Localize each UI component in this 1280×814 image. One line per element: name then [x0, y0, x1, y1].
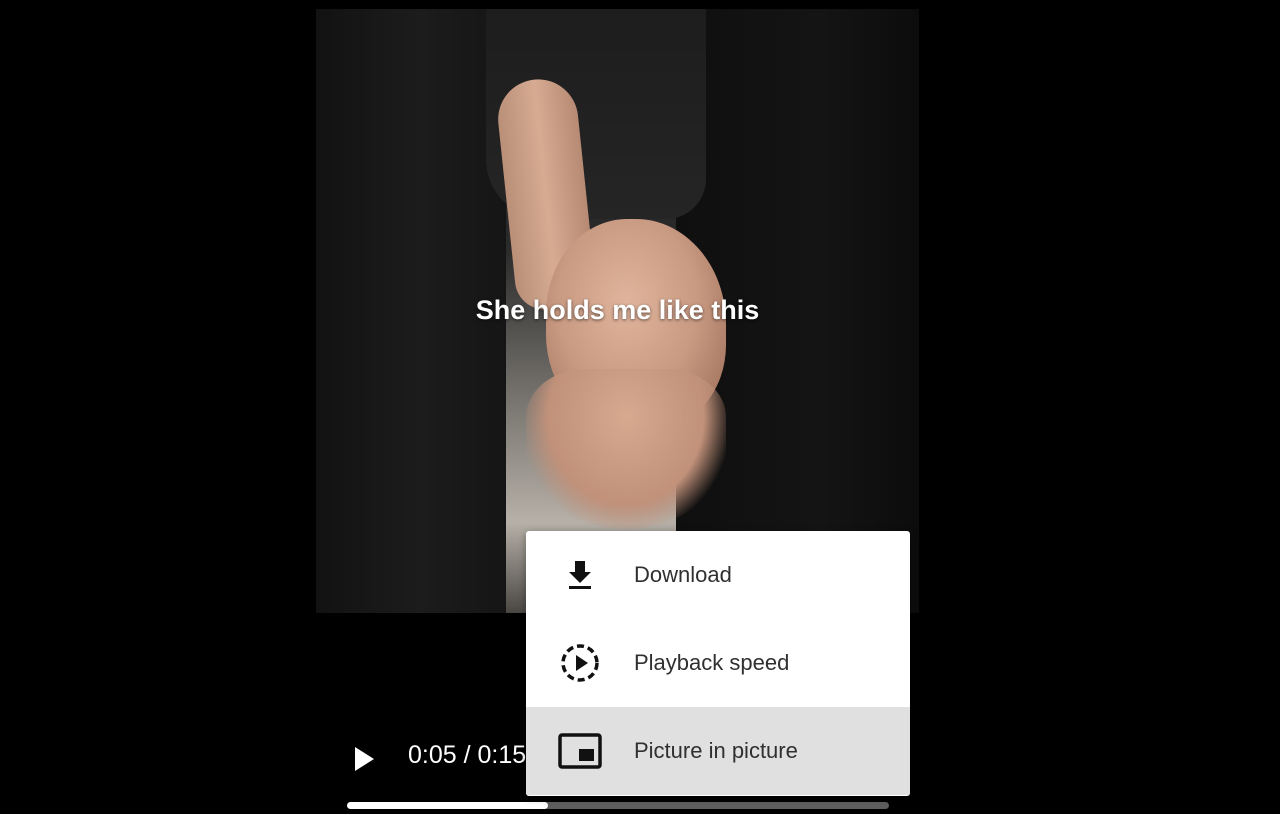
- menu-item-label: Playback speed: [634, 650, 790, 675]
- progress-fill: [347, 802, 548, 809]
- menu-item-playback-speed[interactable]: Playback speed: [526, 619, 910, 707]
- time-display: 0:05 / 0:15: [408, 741, 527, 769]
- download-icon: [558, 553, 602, 597]
- picture-in-picture-icon: [558, 729, 602, 773]
- playback-speed-icon: [558, 641, 602, 685]
- play-icon: [355, 747, 374, 771]
- play-button[interactable]: [346, 742, 380, 776]
- progress-bar[interactable]: [347, 802, 889, 809]
- overflow-menu: Download Playback speed Picture in pictu…: [526, 531, 910, 796]
- menu-item-label: Picture in picture: [634, 738, 798, 763]
- video-viewport[interactable]: She holds me like this: [316, 9, 919, 613]
- menu-item-download[interactable]: Download: [526, 531, 910, 619]
- video-fingers: [526, 369, 726, 529]
- video-player: She holds me like this 0:05 / 0:15 Downl…: [0, 0, 1280, 814]
- menu-item-picture-in-picture[interactable]: Picture in picture: [526, 707, 910, 795]
- video-caption: She holds me like this: [475, 295, 760, 325]
- menu-item-label: Download: [634, 562, 732, 587]
